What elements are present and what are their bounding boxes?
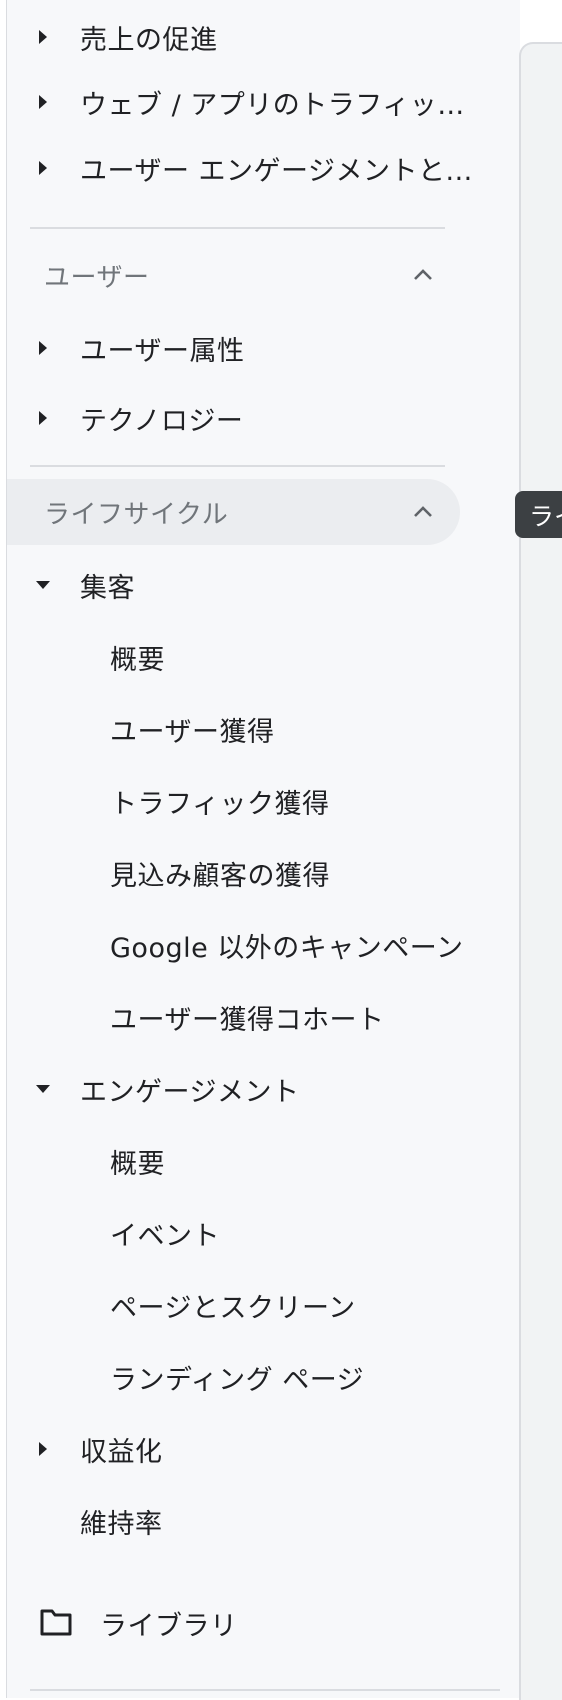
- nav-item-label: エンゲージメント: [80, 1076, 300, 1108]
- left-edge: [0, 0, 7, 1698]
- main-content-panel: [519, 42, 562, 1700]
- nav-subitem-events[interactable]: イベント: [7, 1203, 500, 1263]
- nav-item-technology[interactable]: テクノロジー: [7, 388, 500, 448]
- caret-right-icon: [32, 337, 54, 359]
- nav-subitem-label: イベント: [110, 1220, 220, 1252]
- nav-item-acquisition[interactable]: 集客: [7, 555, 500, 615]
- caret-right-icon: [32, 91, 54, 113]
- nav-subitem-label: ページとスクリーン: [110, 1292, 356, 1324]
- divider: [30, 227, 445, 229]
- chevron-up-icon: [414, 506, 432, 517]
- nav-subitem-label: 概要: [110, 644, 165, 676]
- folder-icon: [40, 1609, 72, 1636]
- nav-subitem-acquisition-cohort[interactable]: ユーザー獲得コホート: [7, 987, 500, 1047]
- nav-subitem-traffic-acquisition[interactable]: トラフィック獲得: [7, 771, 500, 831]
- section-label: ユーザー: [44, 262, 150, 293]
- nav-item-user-engagement[interactable]: ユーザー エンゲージメントと...: [7, 138, 500, 198]
- nav-item-monetization[interactable]: 収益化: [7, 1419, 500, 1479]
- caret-right-icon: [32, 407, 54, 429]
- caret-down-icon: [32, 1078, 54, 1100]
- divider: [30, 465, 445, 467]
- nav-item-web-app-traffic[interactable]: ウェブ / アプリのトラフィック...: [7, 72, 500, 132]
- nav-item-label: 集客: [80, 572, 135, 604]
- nav-item-label: ウェブ / アプリのトラフィック...: [80, 89, 480, 121]
- report-navigation-sidebar: 売上の促進 ウェブ / アプリのトラフィック... ユーザー エンゲージメントと…: [7, 0, 520, 1698]
- nav-subitem-label: 見込み顧客の獲得: [110, 860, 330, 892]
- nav-item-sales-promotion[interactable]: 売上の促進: [7, 7, 500, 67]
- nav-subitem-label: 概要: [110, 1148, 165, 1180]
- divider: [30, 1689, 500, 1691]
- nav-subitem-non-google-campaigns[interactable]: Google 以外のキャンペーン: [7, 915, 500, 975]
- nav-item-retention[interactable]: 維持率: [7, 1491, 500, 1551]
- tooltip-text: ライフサイクル: [529, 501, 562, 531]
- nav-subitem-label: ユーザー獲得: [110, 716, 275, 748]
- nav-subitem-label: Google 以外のキャンペーン: [110, 932, 464, 964]
- nav-item-label: テクノロジー: [80, 405, 244, 437]
- nav-subitem-label: ランディング ページ: [110, 1364, 365, 1396]
- nav-subitem-pages-screens[interactable]: ページとスクリーン: [7, 1275, 500, 1335]
- caret-right-icon: [32, 157, 54, 179]
- chevron-up-icon: [414, 269, 432, 280]
- caret-down-icon: [32, 574, 54, 596]
- section-header-lifecycle[interactable]: ライフサイクル: [7, 479, 460, 545]
- nav-item-label: ユーザー属性: [80, 335, 245, 367]
- nav-subitem-engagement-overview[interactable]: 概要: [7, 1131, 500, 1191]
- tooltip: ライフサイクル: [515, 491, 562, 538]
- caret-right-icon: [32, 26, 54, 48]
- nav-item-engagement[interactable]: エンゲージメント: [7, 1059, 500, 1119]
- nav-subitem-lead-acquisition[interactable]: 見込み顧客の獲得: [7, 843, 500, 903]
- nav-item-label: 収益化: [80, 1436, 163, 1468]
- caret-right-icon: [32, 1438, 54, 1460]
- section-label: ライフサイクル: [44, 499, 229, 530]
- nav-item-demographics[interactable]: ユーザー属性: [7, 318, 500, 378]
- nav-subitem-acquisition-overview[interactable]: 概要: [7, 627, 500, 687]
- nav-item-library[interactable]: ライブラリ: [7, 1590, 500, 1654]
- nav-item-label: ユーザー エンゲージメントと...: [80, 155, 473, 187]
- nav-subitem-user-acquisition[interactable]: ユーザー獲得: [7, 699, 500, 759]
- nav-item-label: ライブラリ: [100, 1611, 238, 1642]
- nav-subitem-label: トラフィック獲得: [110, 788, 330, 820]
- nav-subitem-label: ユーザー獲得コホート: [110, 1004, 385, 1036]
- section-header-user[interactable]: ユーザー: [7, 242, 500, 308]
- nav-item-label: 売上の促進: [80, 24, 218, 56]
- nav-item-label: 維持率: [80, 1508, 163, 1540]
- nav-subitem-landing-page[interactable]: ランディング ページ: [7, 1347, 500, 1407]
